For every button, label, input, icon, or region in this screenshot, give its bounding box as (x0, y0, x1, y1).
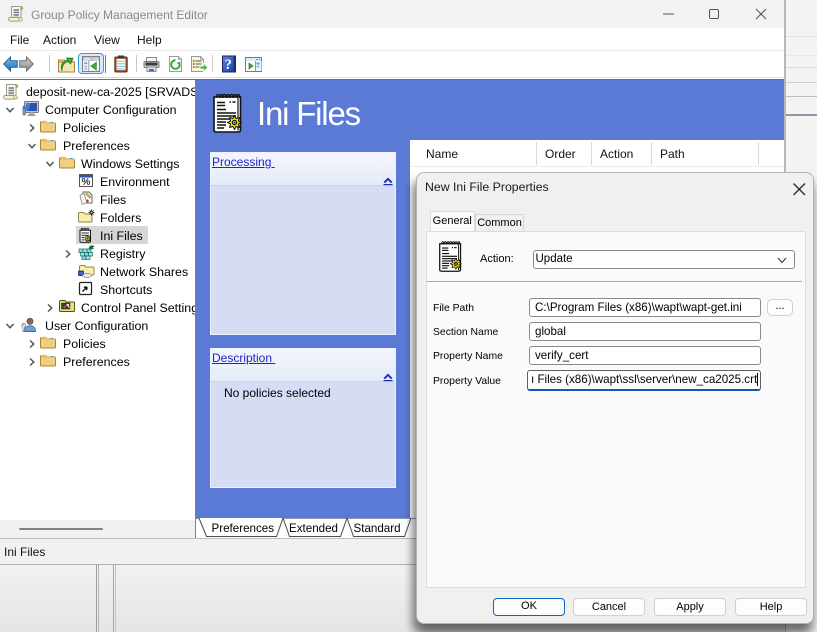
svg-text:?: ? (225, 57, 232, 73)
svg-text:Extended: Extended (289, 522, 338, 535)
svg-text:%: % (82, 177, 91, 188)
svg-text:Standard: Standard (354, 522, 401, 535)
svg-text:Preferences: Preferences (212, 522, 275, 535)
